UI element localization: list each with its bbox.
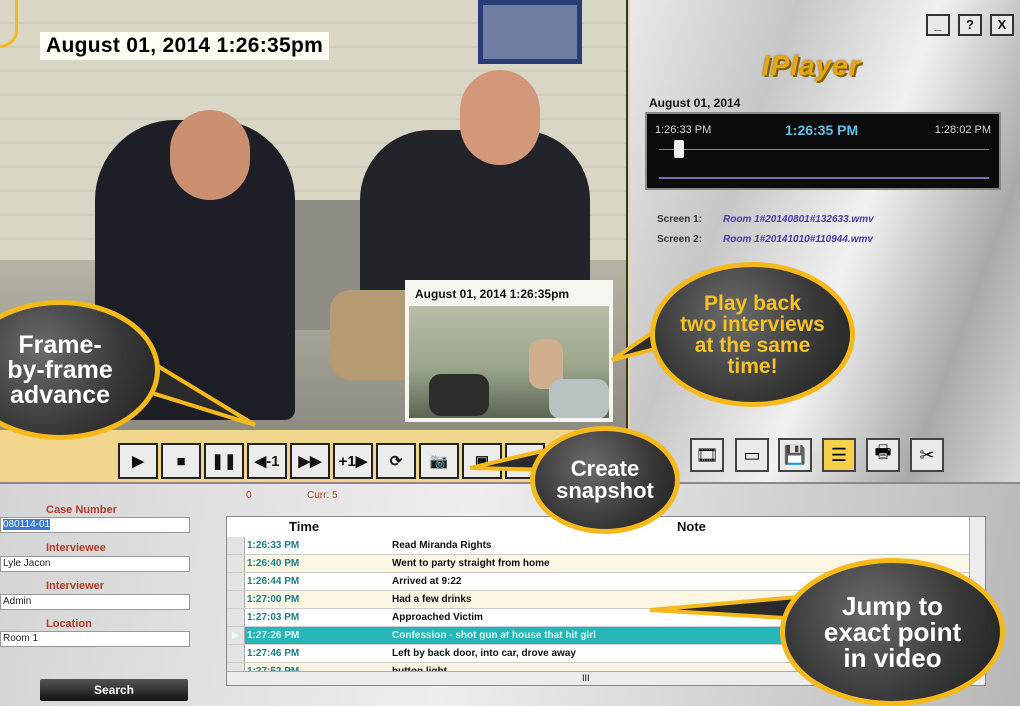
row-time: 1:27:26 PM xyxy=(247,630,300,641)
table-row[interactable]: 1:26:33 PM Read Miranda Rights xyxy=(227,537,985,555)
close-button[interactable]: X xyxy=(990,14,1014,36)
timeline-current: 1:26:35 PM xyxy=(785,122,859,138)
wall-frame xyxy=(478,0,582,64)
folder-icon[interactable]: ▭ xyxy=(735,438,769,472)
screen2-file[interactable]: Room 1#20141010#110944.wmv xyxy=(723,234,873,245)
row-time: 1:27:00 PM xyxy=(247,594,300,605)
row-time: 1:26:40 PM xyxy=(247,558,300,569)
case-number-value: 080114-01 xyxy=(3,519,51,530)
row-time: 1:26:33 PM xyxy=(247,540,300,551)
note-count: 0 xyxy=(246,490,252,501)
interviewer-field[interactable]: Admin xyxy=(0,594,190,610)
row-time: 1:27:03 PM xyxy=(247,612,300,623)
row-note: Confession - shot gun at house that hit … xyxy=(392,630,596,641)
row-note: Arrived at 9:22 xyxy=(392,576,462,587)
timeline-end: 1:28:02 PM xyxy=(934,124,991,136)
inset-video[interactable]: August 01, 2014 1:26:35pm xyxy=(405,280,613,422)
row-time: 1:27:46 PM xyxy=(247,648,300,659)
row-note: Went to party straight from home xyxy=(392,558,550,569)
screens-button[interactable]: ▣ xyxy=(462,443,502,479)
timeline-thumb[interactable] xyxy=(674,140,684,158)
app-title: IPlayer xyxy=(762,50,861,81)
inset-person xyxy=(429,374,489,416)
inset-person-2 xyxy=(549,379,609,418)
snapshot-button[interactable]: 📷 xyxy=(419,443,459,479)
row-time: 1:26:44 PM xyxy=(247,576,300,587)
row-marker xyxy=(227,609,245,626)
timeline-start: 1:26:33 PM xyxy=(655,124,712,136)
save-icon[interactable]: 💾 xyxy=(778,438,812,472)
column-header-time[interactable]: Time xyxy=(289,519,319,537)
notes-icon[interactable]: ☰ xyxy=(822,438,856,472)
print-icon[interactable]: 🖶 xyxy=(866,438,900,472)
tools-icon[interactable]: ✂ xyxy=(910,438,944,472)
timeline[interactable]: 1:26:33 PM 1:26:35 PM 1:28:02 PM xyxy=(645,112,1001,190)
search-button[interactable]: Search xyxy=(40,679,188,701)
row-pointer-icon: ▶ xyxy=(227,627,245,644)
row-marker xyxy=(227,645,245,662)
video-timestamp: August 01, 2014 1:26:35pm xyxy=(40,32,330,60)
location-field[interactable]: Room 1 xyxy=(0,631,190,647)
video-interviewer-head xyxy=(170,110,250,200)
row-marker xyxy=(227,555,245,572)
fast-forward-button[interactable]: ▶▶ xyxy=(290,443,330,479)
timeline-range[interactable] xyxy=(659,177,989,179)
play-button[interactable]: ▶ xyxy=(118,443,158,479)
location-label: Location xyxy=(46,618,92,630)
film-icon[interactable]: 🎞 xyxy=(690,438,724,472)
case-number-label: Case Number xyxy=(46,504,117,516)
row-note: Had a few drinks xyxy=(392,594,472,605)
interviewer-label: Interviewer xyxy=(46,580,105,592)
column-header-note[interactable]: Note xyxy=(677,519,706,537)
loop-button[interactable]: ⟳ xyxy=(376,443,416,479)
screen1-file[interactable]: Room 1#20140801#132633.wmv xyxy=(723,214,874,225)
jump-callout: Jump to exact point in video xyxy=(780,558,1005,706)
row-marker xyxy=(227,591,245,608)
player-panel: _ ? X IPlayer August 01, 2014 1:26:33 PM… xyxy=(630,0,1020,482)
pause-button[interactable]: ❚❚ xyxy=(204,443,244,479)
row-note: Approached Victim xyxy=(392,612,483,623)
inset-timestamp: August 01, 2014 1:26:35pm xyxy=(409,284,609,306)
help-button[interactable]: ? xyxy=(958,14,982,36)
timeline-track xyxy=(659,149,989,150)
row-marker xyxy=(227,537,245,554)
player-controls: ▶ ■ ❚❚ ◀-1 ▶▶ +1▶ ⟳ 📷 ▣ ▭ xyxy=(118,443,545,481)
row-marker xyxy=(227,573,245,590)
video-subject-head xyxy=(460,70,540,165)
case-number-field[interactable]: 080114-01 xyxy=(0,517,190,533)
stop-button[interactable]: ■ xyxy=(161,443,201,479)
timeline-date: August 01, 2014 xyxy=(649,96,741,110)
scroll-grip: III xyxy=(582,673,590,683)
interviewee-field[interactable]: Lyle Jacon xyxy=(0,556,190,572)
step-back-button[interactable]: ◀-1 xyxy=(247,443,287,479)
screen1-label: Screen 1: xyxy=(657,214,703,225)
interviewee-label: Interviewee xyxy=(46,542,106,554)
playback-callout: Play back two interviews at the same tim… xyxy=(650,262,855,407)
screen2-label: Screen 2: xyxy=(657,234,703,245)
minimize-button[interactable]: _ xyxy=(926,14,950,36)
row-note: Left by back door, into car, drove away xyxy=(392,648,576,659)
snapshot-callout: Create snapshot xyxy=(530,426,680,534)
current-index: Curr: 5 xyxy=(307,490,338,501)
step-forward-button[interactable]: +1▶ xyxy=(333,443,373,479)
row-note: Read Miranda Rights xyxy=(392,540,492,551)
